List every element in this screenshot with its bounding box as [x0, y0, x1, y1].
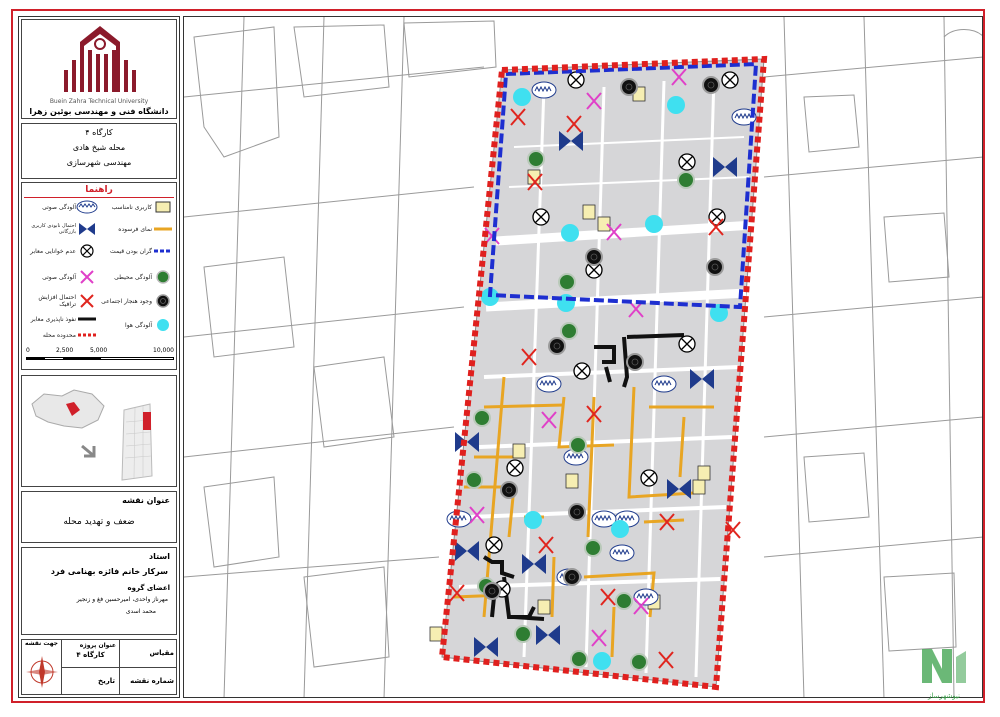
legend-item-facade: نمای فرسوده [100, 221, 174, 237]
map-title-value: ضعف و تهدید محله [63, 517, 135, 527]
scale-bar: 0 2,500 5,000 10,000 [26, 347, 174, 367]
workshop-label: کارگاه ۴ [85, 128, 113, 137]
legend-item-landuse: کاربری نامناسب [100, 199, 174, 215]
legend-item-noise-wave: آلودگی صوتی [24, 199, 98, 215]
circle-x-icon [80, 244, 94, 258]
north-label: جهت نقشه [24, 640, 59, 647]
scale-tick-1: 2,500 [56, 347, 74, 354]
legend-item-price: گران بودن قیمت [100, 243, 174, 259]
green-dot-icon [156, 270, 170, 284]
location-keymap-box [21, 375, 177, 487]
bowtie-icon [79, 223, 95, 235]
university-logo-icon [64, 26, 136, 92]
cyan-dot-icon [157, 319, 169, 331]
university-name-fa: دانشگاه فنی و مهندسی بوئین زهرا [29, 107, 169, 116]
neighborhood-map [184, 17, 982, 697]
map-title-box: عنوان نقشه ضعف و تهدید محله [21, 491, 177, 543]
legend-item-boundary: محدوده محله [24, 327, 98, 343]
members-extra: محمد اسدی [125, 608, 156, 615]
location-keymap [31, 389, 153, 481]
members-names: مهرناز واحدی، امیرحسین فغ و زنجیر [76, 596, 168, 603]
project-title-value: کارگاه ۴ [76, 651, 105, 659]
worn-facade-line-icon [154, 227, 172, 231]
red-x-icon [80, 294, 94, 308]
legend-title: راهنما [85, 185, 113, 195]
black-dot-icon [156, 294, 170, 308]
credits-box: استاد سرکار خانم فائزه بهنامی فرد اعضای … [21, 547, 177, 635]
instructor-label: استاد [149, 552, 170, 561]
red-dashed-boundary-icon [78, 333, 96, 337]
scale-tick-3: 10,000 [153, 347, 174, 354]
members-label: اعضای گروه [127, 584, 170, 592]
high-price-dashed-line-icon [154, 249, 172, 253]
watermark-text: نیوشهرساز [927, 692, 960, 700]
project-title-label: عنوان پروژه [79, 642, 116, 649]
watermark-icon [922, 649, 966, 683]
legend-item-bowtie: احتمال نابودی کاربری بازرگانی [24, 221, 98, 237]
black-line-icon [78, 317, 96, 321]
legend-item-social: وجود هنجار اجتماعی [100, 293, 174, 309]
noise-wave-ellipse-icon [76, 200, 98, 214]
legend-item-circle-x: عدم خوانایی معابر [24, 243, 98, 259]
legend-item-env: آلودگی محیطی [100, 269, 174, 285]
map-number-label: شماره نقشه [130, 677, 174, 685]
field-label: مهندسی شهرسازی [66, 158, 132, 167]
instructor-value: سرکار خانم فائزه بهنامی فرد [50, 567, 168, 576]
project-info-box: کارگاه ۴ محله شیخ هادی مهندسی شهرسازی [21, 123, 177, 179]
legend-box: راهنما کاربری نامناسب آلودگی صوتی نمای ف… [21, 182, 177, 370]
info-panel: Buein Zahra Technical University دانشگاه… [18, 16, 180, 698]
university-logo-box: Buein Zahra Technical University دانشگاه… [21, 19, 177, 119]
scale-label: مقیاس [149, 649, 174, 657]
scale-tick-0: 0 [26, 347, 30, 354]
legend-item-air: آلودگی هوا [100, 317, 174, 333]
map-title-label: عنوان نقشه [122, 496, 170, 505]
magenta-x-icon [80, 270, 94, 284]
north-arrow-icon [26, 656, 58, 688]
university-name-en: Buein Zahra Technical University [49, 98, 149, 105]
footer-table: جهت نقشه عنوان پروژه کارگاه ۴ مقیاس تاری… [21, 639, 177, 695]
legend-item-magenta-x: آلودگی صوتی [24, 269, 98, 285]
neighborhood-label: محله شیخ هادی [72, 143, 126, 152]
map-canvas[interactable] [183, 16, 983, 698]
date-label: تاریخ [98, 677, 115, 685]
incompatible-landuse-square-icon [155, 201, 171, 213]
scale-tick-2: 5,000 [90, 347, 108, 354]
legend-item-red-x: احتمال افزایش ترافیک [24, 293, 98, 309]
legend-item-impermeable: نفوذ ناپذیری معابر [24, 311, 98, 327]
watermark-logo: نیوشهرساز [918, 643, 970, 700]
